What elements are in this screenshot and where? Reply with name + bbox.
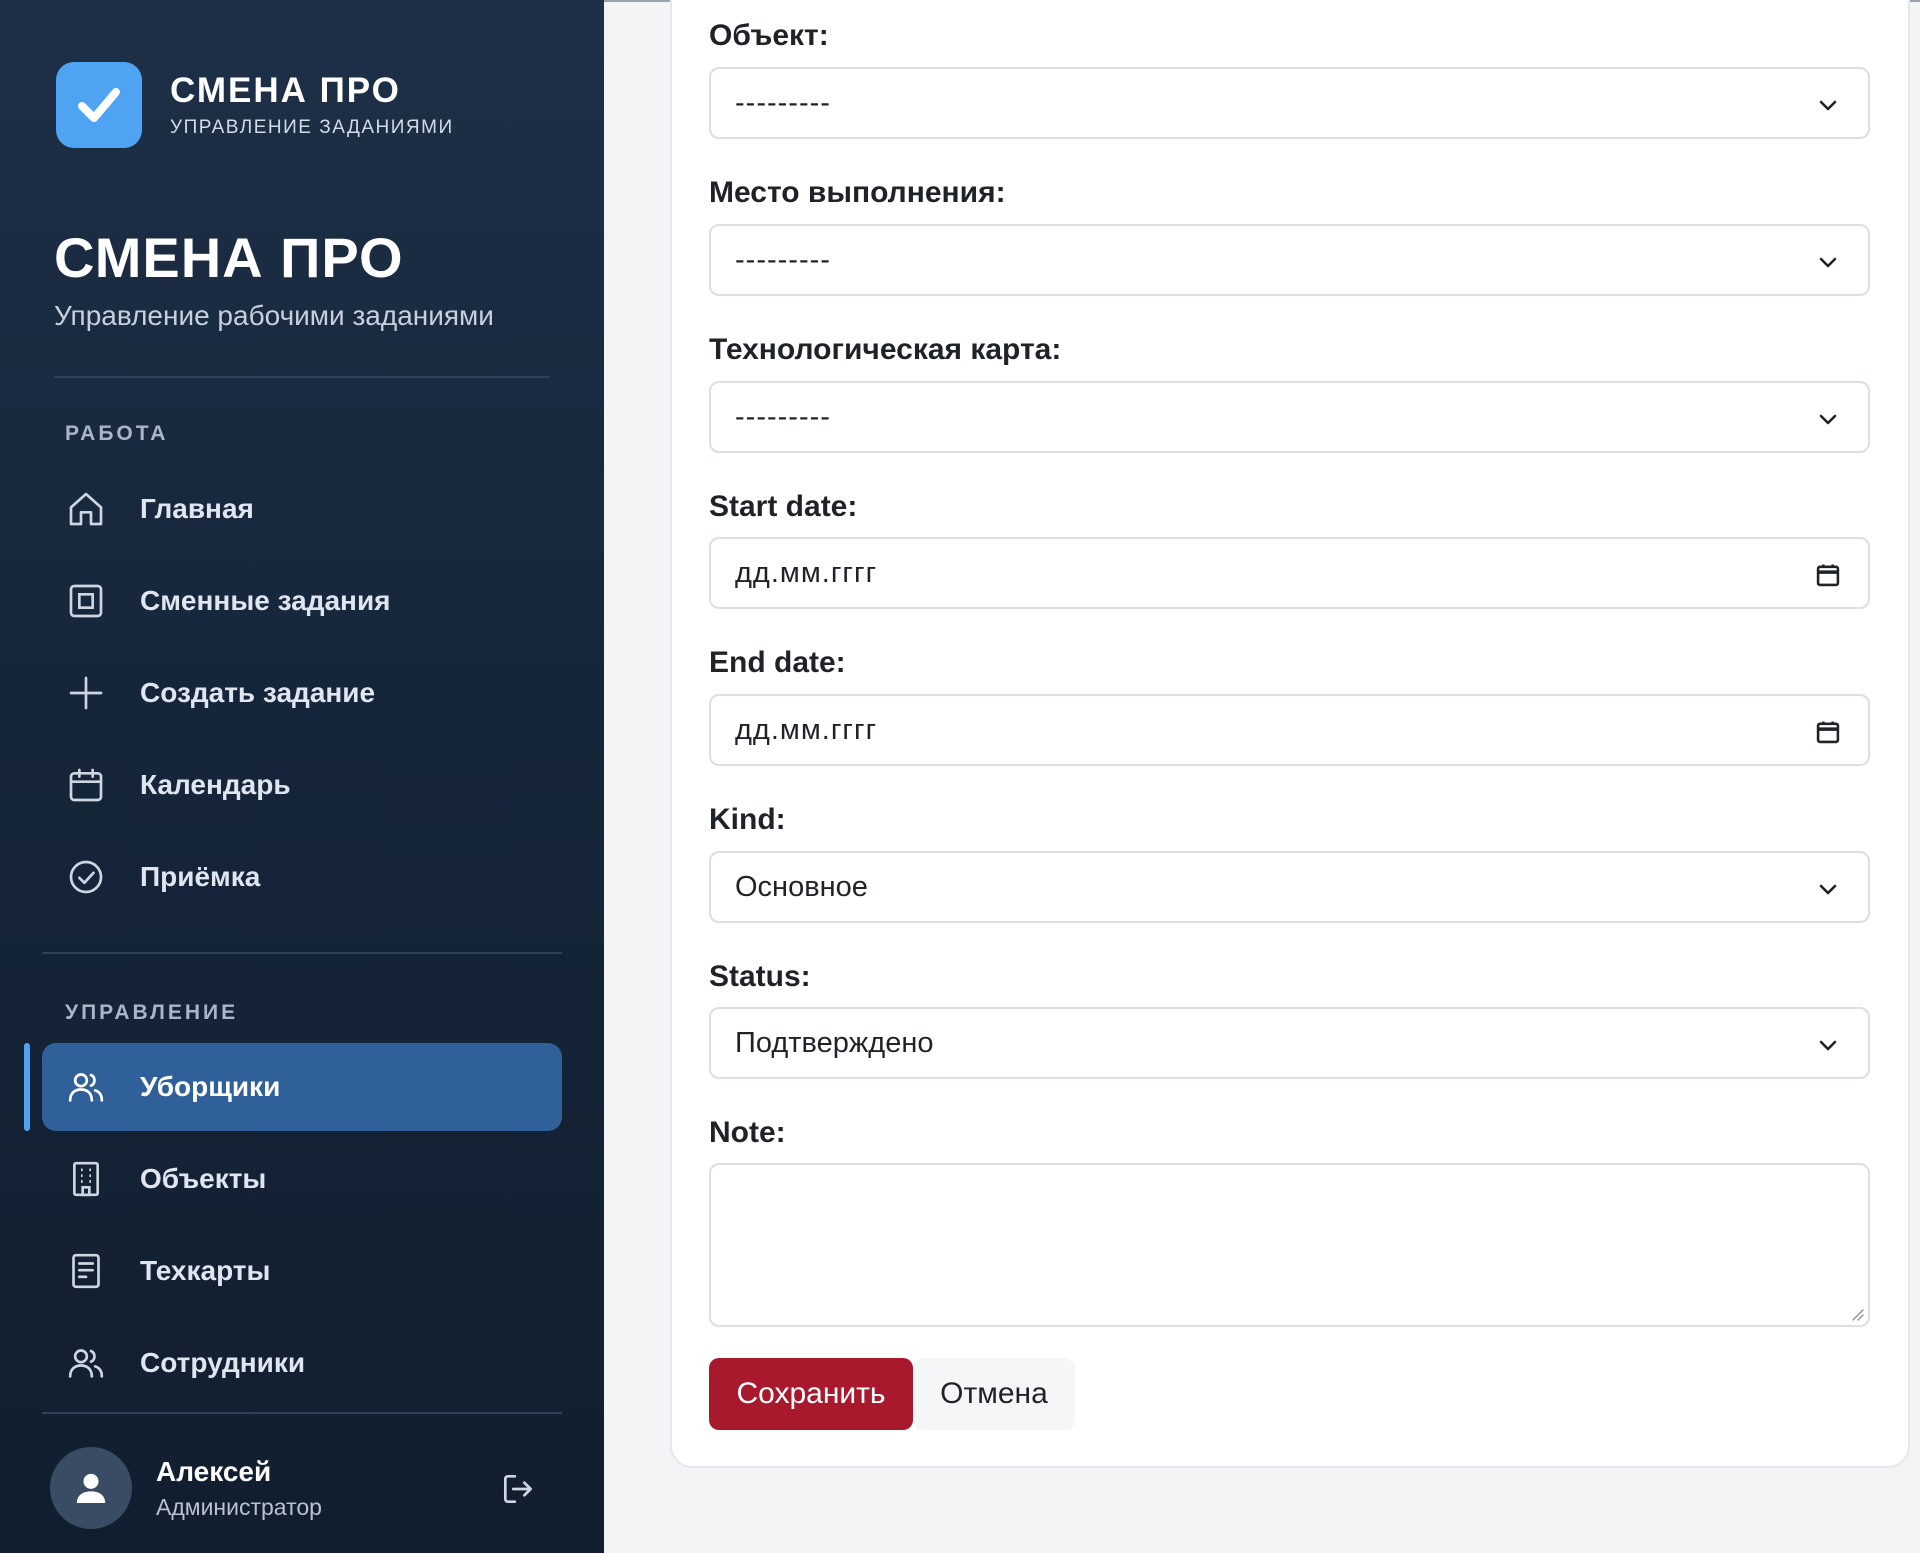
location-select-value: ---------: [735, 243, 831, 276]
hero-title: СМЕНА ПРО: [54, 226, 404, 289]
note-label: Note:: [709, 1116, 786, 1149]
avatar: [50, 1447, 132, 1529]
start-date-input[interactable]: дд.мм.гггг: [709, 537, 1870, 609]
section-label-work: РАБОТА: [65, 422, 169, 445]
calendar-icon: [64, 763, 108, 807]
sidebar-item-employees[interactable]: Сотрудники: [42, 1319, 562, 1407]
sidebar-item-create-task[interactable]: Создать задание: [42, 649, 562, 737]
sidebar-item-label: Объекты: [140, 1163, 267, 1194]
brand-name: СМЕНА ПРО: [170, 71, 401, 110]
chevron-down-icon: [1814, 875, 1842, 903]
calendar-icon[interactable]: [1814, 718, 1842, 746]
sidebar-item-home[interactable]: Главная: [42, 465, 562, 553]
note-textarea[interactable]: [709, 1163, 1870, 1327]
start-date-placeholder: дд.мм.гггг: [735, 556, 878, 589]
divider: [42, 952, 562, 954]
building-icon: [64, 1157, 108, 1201]
sidebar: СМЕНА ПРО УПРАВЛЕНИЕ ЗАДАНИЯМИ СМЕНА ПРО…: [0, 0, 604, 1553]
task-square-icon: [64, 579, 108, 623]
hero-subtitle: Управление рабочими заданиями: [54, 300, 494, 331]
object-select-value: ---------: [735, 86, 831, 119]
home-icon: [64, 487, 108, 531]
sidebar-item-shift-tasks[interactable]: Сменные задания: [42, 557, 562, 645]
tech-card-label: Технологическая карта:: [709, 333, 1062, 366]
document-icon: [64, 1249, 108, 1293]
chevron-down-icon: [1814, 1031, 1842, 1059]
end-date-input[interactable]: дд.мм.гггг: [709, 694, 1870, 766]
user-profile[interactable]: Алексей Администратор: [50, 1447, 550, 1529]
users-icon: [64, 1341, 108, 1385]
checkmark-logo-icon: [56, 62, 142, 148]
brand[interactable]: СМЕНА ПРО УПРАВЛЕНИЕ ЗАДАНИЯМИ: [56, 62, 454, 148]
sidebar-item-label: Главная: [140, 493, 254, 524]
chevron-down-icon: [1814, 248, 1842, 276]
resize-handle-icon[interactable]: [1848, 1305, 1864, 1321]
status-select-value: Подтверждено: [735, 1026, 934, 1059]
active-indicator: [24, 1043, 30, 1131]
chevron-down-icon: [1814, 405, 1842, 433]
sidebar-item-cleaners[interactable]: Уборщики: [42, 1043, 562, 1131]
logout-icon[interactable]: [496, 1467, 540, 1511]
divider: [42, 1412, 562, 1414]
tech-card-select[interactable]: ---------: [709, 381, 1870, 453]
kind-label: Kind:: [709, 803, 786, 836]
object-select[interactable]: ---------: [709, 67, 1870, 139]
sidebar-item-label: Календарь: [140, 769, 291, 800]
sidebar-item-objects[interactable]: Объекты: [42, 1135, 562, 1223]
sidebar-item-label: Создать задание: [140, 677, 376, 708]
sidebar-item-calendar[interactable]: Календарь: [42, 741, 562, 829]
location-select[interactable]: ---------: [709, 224, 1870, 296]
sidebar-item-label: Приёмка: [140, 861, 261, 892]
user-role: Администратор: [156, 1493, 322, 1520]
tech-card-select-value: ---------: [735, 400, 831, 433]
brand-subtitle: УПРАВЛЕНИЕ ЗАДАНИЯМИ: [170, 117, 454, 138]
plus-icon: [64, 671, 108, 715]
sidebar-item-acceptance[interactable]: Приёмка: [42, 833, 562, 921]
location-label: Место выполнения:: [709, 176, 1006, 209]
sidebar-item-label: Техкарты: [140, 1255, 271, 1286]
sidebar-item-label: Уборщики: [140, 1071, 281, 1102]
user-icon: [76, 1473, 106, 1503]
start-date-label: Start date:: [709, 490, 858, 523]
calendar-icon[interactable]: [1814, 561, 1842, 589]
users-icon: [64, 1065, 108, 1109]
user-name: Алексей: [156, 1455, 272, 1487]
status-label: Status:: [709, 960, 811, 993]
end-date-placeholder: дд.мм.гггг: [735, 713, 878, 746]
end-date-label: End date:: [709, 646, 846, 679]
sidebar-item-label: Сотрудники: [140, 1347, 306, 1378]
status-select[interactable]: Подтверждено: [709, 1007, 1870, 1079]
check-circle-icon: [64, 855, 108, 899]
cancel-button[interactable]: Отмена: [913, 1358, 1075, 1430]
sidebar-item-label: Сменные задания: [140, 585, 391, 616]
section-label-management: УПРАВЛЕНИЕ: [65, 1001, 239, 1024]
chevron-down-icon: [1814, 91, 1842, 119]
divider: [54, 376, 550, 378]
object-label: Объект:: [709, 19, 829, 52]
sidebar-item-tech-cards[interactable]: Техкарты: [42, 1227, 562, 1315]
kind-select-value: Основное: [735, 870, 868, 903]
save-button[interactable]: Сохранить: [709, 1358, 913, 1430]
kind-select[interactable]: Основное: [709, 851, 1870, 923]
